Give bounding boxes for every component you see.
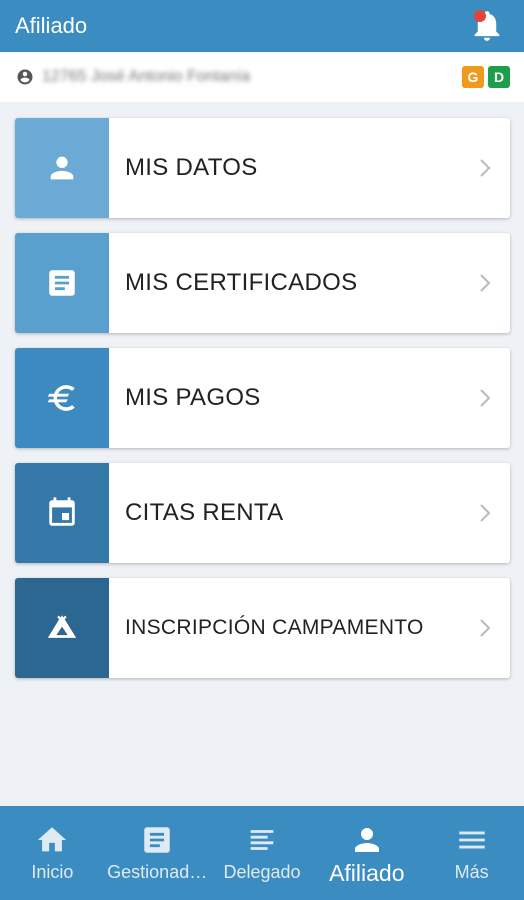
- nav-label: Afiliado: [329, 860, 405, 886]
- user-name: 12765 José Antonio Fontanía: [42, 68, 251, 85]
- nav-label: Más: [454, 862, 489, 882]
- chevron-right-icon: [480, 274, 491, 292]
- nav-item-gestionado[interactable]: Gestionad…: [105, 806, 210, 900]
- menu-icon-box: [15, 463, 109, 563]
- menu-item-label: MIS PAGOS: [125, 384, 261, 411]
- menu-icon-box: [15, 348, 109, 448]
- menu-item-mis-pagos[interactable]: MIS PAGOS: [15, 348, 510, 448]
- badge-g: G: [462, 66, 484, 88]
- notifications-button[interactable]: [472, 10, 502, 42]
- euro-icon: [47, 385, 75, 411]
- nav-item-afiliado[interactable]: Afiliado: [314, 806, 419, 900]
- user-bar: 12765 José Antonio Fontanía G D: [0, 52, 524, 102]
- nav-label: Inicio: [31, 862, 74, 882]
- menu-item-mis-certificados[interactable]: MIS CERTIFICADOS: [15, 233, 510, 333]
- menu-item-inscripcion-campamento[interactable]: INSCRIPCIÓN CAMPAMENTO: [15, 578, 510, 678]
- menu-item-label: INSCRIPCIÓN CAMPAMENTO: [125, 616, 424, 639]
- home-icon: [38, 827, 67, 852]
- nav-label: Gestionad…: [107, 862, 208, 882]
- calendar-icon: [49, 497, 75, 526]
- person-icon: [50, 156, 74, 180]
- bottom-navigation: Inicio Gestionad… Delegado Afiliado Más: [0, 806, 524, 900]
- nav-item-delegado[interactable]: Delegado: [210, 806, 315, 900]
- menu-item-label: CITAS RENTA: [125, 499, 284, 526]
- menu-icon-box: [15, 118, 109, 218]
- page-title: Afiliado: [15, 13, 88, 38]
- person-icon: [354, 828, 379, 852]
- chevron-right-icon: [480, 389, 491, 407]
- nav-item-inicio[interactable]: Inicio: [0, 806, 105, 900]
- notification-dot: [474, 10, 486, 22]
- menu-item-citas-renta[interactable]: CITAS RENTA: [15, 463, 510, 563]
- lines-icon: [250, 830, 274, 850]
- menu-icon-box: [15, 578, 109, 678]
- menu-icon: [458, 831, 485, 849]
- document-icon: [144, 827, 170, 853]
- nav-item-mas[interactable]: Más: [419, 806, 524, 900]
- nav-label: Delegado: [223, 862, 301, 882]
- menu-list: MIS DATOS MIS CERTIFICADOS MIS PAGOS CIT…: [15, 118, 510, 693]
- chevron-right-icon: [480, 504, 491, 522]
- app-bar: Afiliado: [0, 0, 524, 52]
- chevron-right-icon: [480, 159, 491, 177]
- user-circle-icon: [17, 69, 33, 85]
- menu-item-label: MIS DATOS: [125, 154, 258, 181]
- menu-item-label: MIS CERTIFICADOS: [125, 269, 358, 296]
- menu-icon-box: [15, 233, 109, 333]
- badge-d: D: [488, 66, 510, 88]
- chevron-right-icon: [480, 619, 491, 637]
- menu-item-mis-datos[interactable]: MIS DATOS: [15, 118, 510, 218]
- document-icon: [49, 270, 75, 296]
- tent-icon: [47, 615, 77, 638]
